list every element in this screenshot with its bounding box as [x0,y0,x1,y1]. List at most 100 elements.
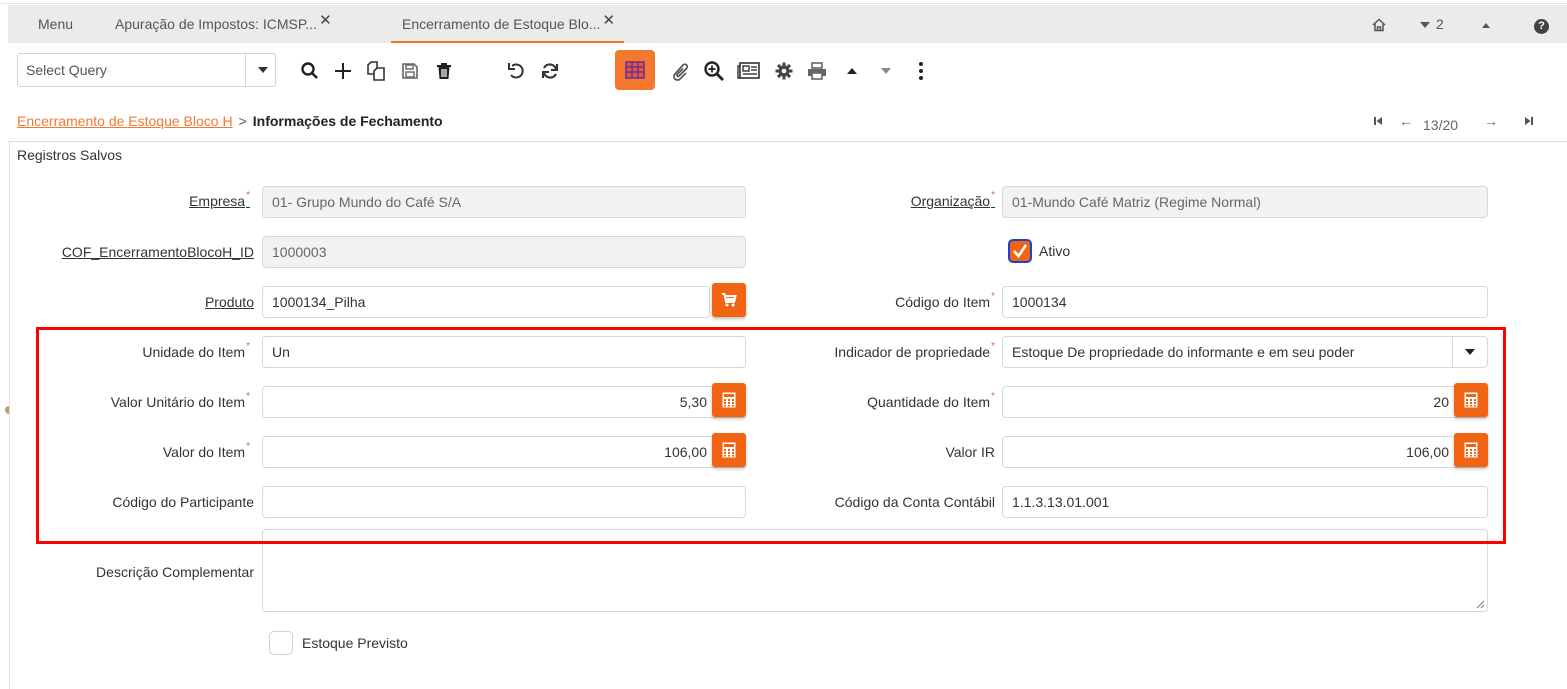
home-icon [1372,18,1386,32]
required-marker: * [991,291,995,302]
checkmark-icon [1013,244,1028,259]
product-lookup-button[interactable] [712,283,746,317]
arrow-right-icon: → [1484,113,1498,129]
valor-ir-value: 106,00 [1406,444,1449,460]
record-id-value: 1000003 [272,244,327,260]
attachment-button[interactable] [664,53,698,89]
plus-icon [335,63,351,79]
refresh-button[interactable] [533,53,567,89]
quantidade-calculator-button[interactable] [1454,383,1488,417]
select-query-dropdown[interactable]: Select Query [17,53,276,87]
window-top-edge [0,0,1567,4]
close-icon[interactable]: ✕ [319,12,332,29]
produto-value: 1000134_Pilha [272,294,366,310]
produto-field[interactable]: 1000134_Pilha [262,286,710,318]
printer-icon [808,62,826,80]
save-button[interactable] [393,53,427,89]
breadcrumb-parent-link[interactable]: Encerramento de Estoque Bloco H [17,113,233,129]
empresa-label[interactable]: Empresa* [189,190,250,209]
resize-grip-icon[interactable] [1475,599,1485,609]
first-record-icon [1374,117,1382,125]
record-id-label[interactable]: COF_EncerramentoBlocoH_ID [62,244,254,260]
codigo-conta-label-text: Código da Conta Contábil [834,494,995,510]
valor-ir-label: Valor IR [945,444,995,460]
tab-label: Menu [38,16,74,32]
last-record-button[interactable] [1524,113,1534,129]
codigo-item-field[interactable]: 1000134 [1002,286,1488,318]
quantidade-item-value: 20 [1433,394,1449,410]
delete-button[interactable] [427,53,461,89]
print-button[interactable] [800,53,834,89]
codigo-participante-label: Código do Participante [112,494,254,510]
estoque-previsto-checkbox[interactable] [269,631,293,655]
help-button[interactable]: ? [1534,5,1549,43]
descricao-textarea[interactable] [262,529,1488,612]
codigo-participante-field[interactable] [262,486,746,518]
calculator-icon [1464,442,1478,458]
organizacao-field[interactable]: 01-Mundo Café Matriz (Regime Normal) [1002,186,1488,218]
unidade-item-label: Unidade do Item* [142,341,250,360]
valor-item-field[interactable]: 106,00 [262,436,746,468]
tab-bar: Menu Apuração de Impostos: ICMSP... ✕ Enc… [8,5,1567,43]
panel-left-border [9,141,10,689]
record-id-field[interactable]: 1000003 [262,236,746,268]
valor-unitario-field[interactable]: 5,30 [262,386,746,418]
home-button[interactable] [1372,5,1386,43]
organizacao-label[interactable]: Organização* [911,190,995,209]
codigo-item-label: Código do Item* [895,291,995,310]
produto-label-text: Produto [204,294,254,310]
dropdown-divider [245,54,246,86]
quantidade-item-field[interactable]: 20 [1002,386,1488,418]
copy-record-button[interactable] [359,53,393,89]
select-divider [1452,337,1453,367]
codigo-item-label-text: Código do Item [895,294,991,310]
indicador-propriedade-select[interactable]: Estoque De propriedade do informante e e… [1002,336,1488,368]
zoom-across-button[interactable] [697,53,731,89]
required-marker: * [991,391,995,402]
tab-encerramento-estoque[interactable]: Encerramento de Estoque Blo... ✕ [391,5,625,43]
collapse-header-button[interactable] [1482,5,1490,43]
produto-label[interactable]: Produto [205,294,254,310]
caret-down-icon[interactable] [1465,349,1475,355]
last-record-icon [1525,117,1533,125]
tab-apuracao-impostos[interactable]: Apuração de Impostos: ICMSP... ✕ [115,5,332,43]
unidade-item-field[interactable]: Un [262,336,746,368]
trash-icon [437,63,451,79]
undo-button[interactable] [499,53,533,89]
report-button[interactable] [732,53,766,89]
ativo-checkbox[interactable] [1008,239,1032,263]
valor-ir-calculator-button[interactable] [1454,433,1488,467]
tab-menu[interactable]: Menu [38,5,73,43]
record-id-label-text: COF_EncerramentoBlocoH_ID [61,244,254,260]
quantidade-item-label-text: Quantidade do Item [867,394,991,410]
valor-unitario-label-text: Valor Unitário do Item [110,394,246,410]
caret-down-icon [881,68,891,74]
more-options-button[interactable] [904,53,938,89]
record-position: 13/20 [1423,117,1458,133]
codigo-conta-field[interactable]: 1.1.3.13.01.001 [1002,486,1488,518]
previous-record-arrow[interactable]: ← [1399,113,1413,129]
window-count: 2 [1436,16,1444,32]
descricao-label: Descrição Complementar [96,564,254,580]
empresa-field[interactable]: 01- Grupo Mundo do Café S/A [262,186,746,218]
indicador-propriedade-label-text: Indicador de propriedade [834,344,991,360]
window-list-dropdown[interactable]: 2 [1420,5,1444,43]
collapse-panel-handle[interactable] [5,406,9,414]
valor-unitario-label: Valor Unitário do Item* [110,391,250,410]
search-button[interactable] [293,53,327,89]
valor-item-calculator-button[interactable] [712,433,746,467]
grid-toggle-button[interactable] [615,50,655,90]
new-record-button[interactable] [326,53,360,89]
next-record-arrow[interactable]: → [1484,113,1498,129]
first-record-button[interactable] [1373,113,1383,129]
valor-unitario-calculator-button[interactable] [712,383,746,417]
valor-ir-field[interactable]: 106,00 [1002,436,1488,468]
valor-ir-label-text: Valor IR [945,444,995,460]
close-icon[interactable]: ✕ [602,12,615,29]
next-record-button[interactable] [869,53,903,89]
more-vertical-icon [919,62,923,80]
calculator-icon [1464,392,1478,408]
previous-record-button[interactable] [835,53,869,89]
process-button[interactable] [767,53,801,89]
valor-unitario-value: 5,30 [679,394,707,410]
